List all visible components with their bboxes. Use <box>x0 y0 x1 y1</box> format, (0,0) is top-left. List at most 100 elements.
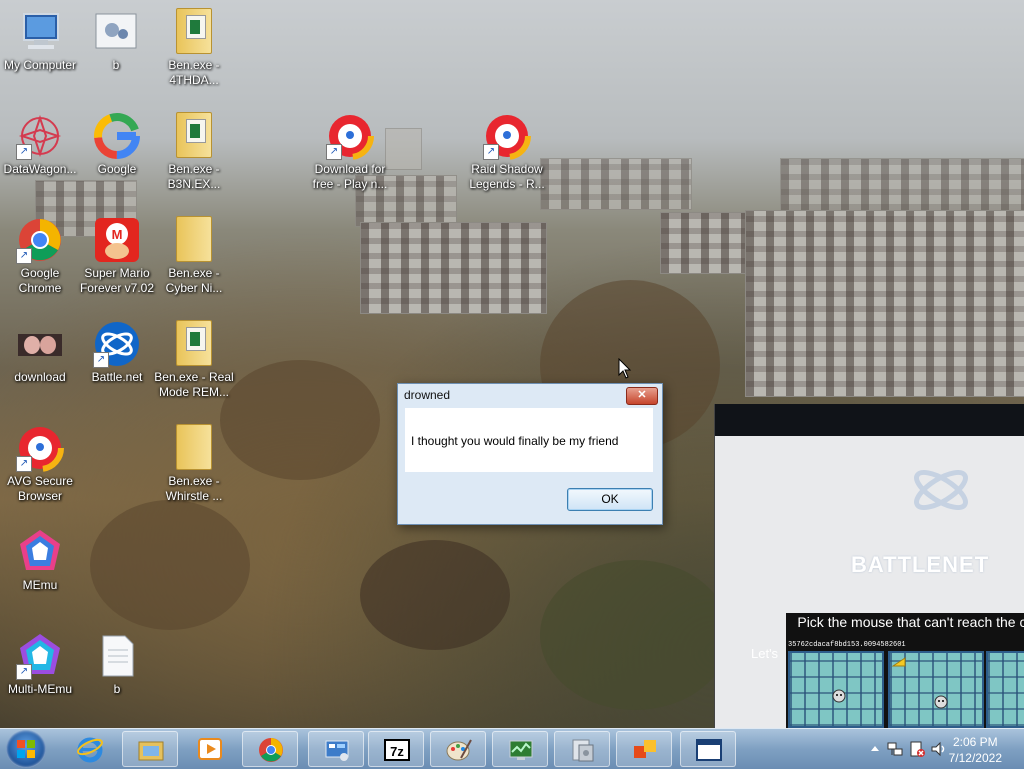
datawagon-icon: ↗ <box>16 112 64 160</box>
shortcut-arrow-icon: ↗ <box>326 144 342 160</box>
shortcut-arrow-icon: ↗ <box>16 456 32 472</box>
svg-text:M: M <box>112 227 123 242</box>
show-hidden-icons-icon[interactable] <box>870 744 880 752</box>
desktop-icon-super-mario[interactable]: M Super Mario Forever v7.02 <box>77 216 157 296</box>
action-center-icon[interactable] <box>908 740 926 758</box>
mouse-icon <box>934 695 948 709</box>
control-panel-icon <box>325 740 349 761</box>
memu-icon <box>16 528 64 576</box>
mouse-cursor-icon <box>618 358 632 379</box>
folder-icon <box>170 216 218 264</box>
game-question: Pick the mouse that can't reach the chee… <box>797 614 1024 630</box>
desktop-icon-ben-b3n[interactable]: Ben.exe - B3N.EX... <box>154 112 234 192</box>
window-icon <box>696 739 722 761</box>
volume-icon[interactable] <box>930 740 948 758</box>
network-icon[interactable] <box>886 740 904 758</box>
desktop-icon-ben-real-mode[interactable]: Ben.exe - Real Mode REM... <box>154 320 234 400</box>
desktop-icon-ben-whirstle[interactable]: Ben.exe - Whirstle ... <box>154 424 234 504</box>
shortcut-arrow-icon: ↗ <box>483 144 499 160</box>
chrome-icon <box>259 738 283 762</box>
dialog-close-button[interactable]: ✕ <box>626 387 658 405</box>
desktop-icon-google[interactable]: Google <box>77 112 157 177</box>
mouse-icon <box>832 689 846 703</box>
installer-icon <box>572 739 594 762</box>
taskbar-system-monitor[interactable] <box>492 731 548 767</box>
start-button[interactable] <box>6 730 46 768</box>
cheese-icon <box>892 657 906 667</box>
desktop-icon-avg-secure-browser[interactable]: ↗ AVG Secure Browser <box>0 424 80 504</box>
maze-option-3[interactable] <box>986 651 1024 728</box>
desktop-icon-download[interactable]: download <box>0 320 80 385</box>
taskbar-internet-explorer[interactable] <box>62 731 118 767</box>
desktop-icon-battlenet[interactable]: ↗ Battle.net <box>77 320 157 385</box>
maze-game-window[interactable]: Pick the mouse that can't reach the chee… <box>786 613 1024 728</box>
google-icon <box>93 112 141 160</box>
taskbar-clock[interactable]: 2:06 PM 7/12/2022 <box>949 734 1002 766</box>
avg-browser-icon: ↗ <box>483 112 531 160</box>
image-thumb-icon <box>16 320 64 368</box>
desktop-icon-datawagon[interactable]: ↗ DataWagon... <box>0 112 80 177</box>
avg-browser-icon: ↗ <box>326 112 374 160</box>
desktop-icon-raid-shadow[interactable]: ↗ Raid Shadow Legends - R... <box>467 112 547 192</box>
shortcut-arrow-icon: ↗ <box>16 144 32 160</box>
dialog-title: drowned <box>404 388 451 402</box>
maze-option-2[interactable] <box>888 651 984 728</box>
desktop-icon-b-text[interactable]: b <box>77 632 157 697</box>
battlenet-icon: ↗ <box>93 320 141 368</box>
taskbar-file-explorer[interactable] <box>122 731 178 767</box>
desktop-icon-ben-4thda[interactable]: Ben.exe - 4THDA... <box>154 8 234 88</box>
battlenet-partial-text: Let's <box>751 646 779 661</box>
dialog-message: I thought you would finally be my friend <box>411 434 619 448</box>
shortcut-arrow-icon: ↗ <box>16 664 32 680</box>
media-player-icon <box>198 738 222 760</box>
desktop-icon-ben-cyber[interactable]: Ben.exe - Cyber Ni... <box>154 216 234 296</box>
multi-memu-icon: ↗ <box>16 632 64 680</box>
settings-file-icon <box>92 8 140 56</box>
7zip-icon: 7z <box>384 739 410 761</box>
office-icon <box>634 740 656 758</box>
mario-icon: M <box>93 216 141 264</box>
desktop-icon-download-for-free[interactable]: ↗ Download for free - Play n... <box>310 112 390 192</box>
desktop-icon-google-chrome[interactable]: ↗ Google Chrome <box>0 216 80 296</box>
paint-icon <box>446 739 472 761</box>
avg-browser-icon: ↗ <box>16 424 64 472</box>
taskbar-chrome[interactable] <box>242 731 298 767</box>
clock-date: 7/12/2022 <box>948 751 1002 765</box>
desktop-icon-memu[interactable]: MEmu <box>0 528 80 593</box>
chrome-icon: ↗ <box>16 216 64 264</box>
game-hash: 35762cdacaf8bd153.0094582601 <box>788 641 906 649</box>
svg-text:7z: 7z <box>390 744 404 759</box>
folder-icon <box>170 320 218 368</box>
system-tray: 2:06 PM 7/12/2022 <box>844 729 1024 769</box>
folder-icon <box>170 112 218 160</box>
battlenet-logo-icon <box>914 469 968 511</box>
clock-time: 2:06 PM <box>952 735 998 749</box>
folder-icon <box>170 424 218 472</box>
taskbar-paint[interactable] <box>430 731 486 767</box>
battlenet-brand-text: BATTLENET <box>851 552 990 577</box>
battlenet-titlebar[interactable] <box>715 404 1024 436</box>
text-file-icon <box>93 632 141 680</box>
computer-icon <box>16 8 64 56</box>
shortcut-arrow-icon: ↗ <box>93 352 109 368</box>
taskbar-7zip[interactable]: 7z <box>368 731 424 767</box>
file-explorer-icon <box>138 741 164 761</box>
taskbar-installer[interactable] <box>554 731 610 767</box>
dialog-ok-button[interactable]: OK <box>567 488 653 511</box>
taskbar-media-player[interactable] <box>182 731 238 767</box>
folder-icon <box>170 8 218 56</box>
message-dialog[interactable]: drowned ✕ I thought you would finally be… <box>397 383 663 525</box>
shortcut-arrow-icon: ↗ <box>16 248 32 264</box>
taskbar: 7z 2:06 PM 7/12/2022 <box>0 728 1024 769</box>
taskbar-control-panel[interactable] <box>308 731 364 767</box>
desktop-icon-b-settings[interactable]: b <box>76 8 156 73</box>
maze-option-1[interactable] <box>788 651 884 728</box>
taskbar-office[interactable] <box>616 731 672 767</box>
internet-explorer-icon <box>77 737 103 763</box>
taskbar-window[interactable] <box>680 731 736 767</box>
windows-logo-icon <box>17 740 35 758</box>
system-monitor-icon <box>509 740 533 760</box>
dialog-body: I thought you would finally be my friend <box>405 408 653 472</box>
desktop-icon-multi-memu[interactable]: ↗ Multi-MEmu <box>0 632 80 697</box>
desktop-icon-my-computer[interactable]: My Computer <box>0 8 80 73</box>
